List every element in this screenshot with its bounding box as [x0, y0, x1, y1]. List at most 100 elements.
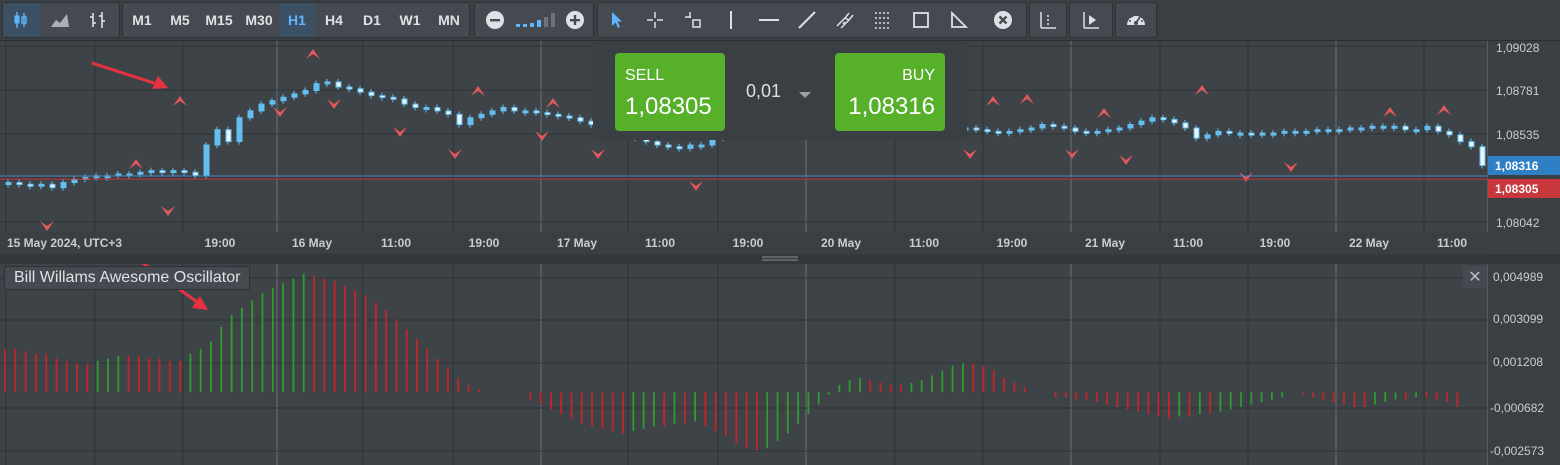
- time-axis-start-label: 15 May 2024, UTC+3: [7, 236, 123, 250]
- candle: [236, 117, 243, 143]
- oscillator-tick: -0,000682: [1490, 401, 1545, 415]
- fractal-down-arrow: [1284, 162, 1298, 172]
- fractal-down-arrow: [448, 149, 462, 159]
- cursor-icon[interactable]: [598, 3, 636, 37]
- candle: [16, 182, 23, 186]
- timeframe-button-d1[interactable]: D1: [353, 3, 391, 37]
- timeframe-button-h4[interactable]: H4: [315, 3, 353, 37]
- vertical-line-icon[interactable]: [712, 3, 750, 37]
- fractal-up-arrow: [986, 96, 1000, 106]
- annotation-arrow-line: [91, 61, 161, 87]
- time-axis-label: 22 May: [1348, 236, 1390, 250]
- dashboard-icon[interactable]: [1116, 3, 1156, 37]
- fractal-down-arrow: [535, 131, 549, 141]
- timeframe-button-m1[interactable]: M1: [123, 3, 161, 37]
- fractal-up-arrow: [471, 86, 485, 96]
- triangle-icon[interactable]: [940, 3, 978, 37]
- sell-price: 1,08305: [625, 93, 712, 120]
- oscillator-chart[interactable]: [0, 264, 1487, 465]
- timeframe-group: M1 M5 M15 M30 H1 H4 D1 W1 MN: [122, 2, 470, 38]
- candle: [1160, 117, 1167, 121]
- chart-type-group: [2, 2, 120, 38]
- bid-price-badge: 1,08305: [1488, 179, 1560, 198]
- candle: [1061, 125, 1068, 129]
- candle: [434, 107, 441, 112]
- time-axis-label: 20 May: [820, 236, 862, 250]
- candle: [1391, 125, 1398, 129]
- sell-button[interactable]: SELL 1,08305: [615, 53, 725, 131]
- time-axis-label: 11:00: [644, 236, 676, 250]
- candle: [1281, 130, 1288, 134]
- volume-input[interactable]: 0,01: [746, 81, 781, 102]
- candle: [379, 95, 386, 99]
- bar-chart-icon[interactable]: [79, 3, 117, 37]
- candle: [214, 129, 221, 146]
- candle: [258, 103, 265, 112]
- candle: [1303, 130, 1310, 134]
- drag-handle-icon[interactable]: [760, 254, 800, 264]
- candle: [291, 93, 298, 98]
- horizontal-line-icon[interactable]: [750, 3, 788, 37]
- candle: [995, 130, 1002, 134]
- fractal-up-arrow: [173, 96, 187, 106]
- fractal-up-arrow: [306, 49, 320, 59]
- candle: [269, 100, 276, 105]
- candle: [1127, 124, 1134, 129]
- fractal-up-arrow: [1097, 108, 1111, 118]
- buy-button[interactable]: BUY 1,08316: [835, 53, 945, 131]
- timeframe-button-m30[interactable]: M30: [239, 3, 279, 37]
- chart-shift-icon[interactable]: [1070, 3, 1112, 37]
- candle: [1028, 127, 1035, 131]
- area-chart-icon[interactable]: [41, 3, 79, 37]
- candle: [1050, 124, 1057, 128]
- delete-all-icon[interactable]: [984, 3, 1022, 37]
- indicator-title[interactable]: Bill Willams Awesome Oscillator: [4, 266, 251, 290]
- candle: [1237, 132, 1244, 136]
- candle: [357, 88, 364, 93]
- candle: [456, 113, 463, 126]
- period-separator-icon[interactable]: [1030, 3, 1066, 37]
- candle: [676, 146, 683, 150]
- candle: [390, 96, 397, 100]
- crosshair-icon[interactable]: [636, 3, 674, 37]
- timeframe-button-w1[interactable]: W1: [391, 3, 429, 37]
- fractal-up-arrow: [129, 159, 143, 169]
- candle: [1259, 132, 1266, 136]
- candle: [687, 144, 694, 149]
- timeframe-button-m15[interactable]: M15: [199, 3, 239, 37]
- zoom-out-icon[interactable]: [481, 3, 509, 37]
- trend-line-icon[interactable]: [788, 3, 826, 37]
- candle: [698, 144, 705, 148]
- andrews-pitchfork-icon[interactable]: [826, 3, 864, 37]
- price-axis: 1,09028 1,08781 1,08535 1,08042: [1487, 41, 1560, 232]
- one-click-trading-panel: SELL 1,08305 0,01 BUY 1,08316: [593, 41, 967, 140]
- candle: [1039, 124, 1046, 129]
- oscillator-tick: 0,001208: [1493, 355, 1544, 369]
- candle: [60, 182, 67, 189]
- oscillator-canvas: [0, 264, 1487, 465]
- chevron-down-icon[interactable]: [798, 86, 812, 104]
- candle: [1435, 125, 1442, 132]
- candle: [1105, 129, 1112, 133]
- fibonacci-icon[interactable]: [864, 3, 902, 37]
- timeframe-button-mn[interactable]: MN: [429, 3, 469, 37]
- oscillator-tick: -0,002573: [1490, 444, 1545, 458]
- rectangle-icon[interactable]: [902, 3, 940, 37]
- candle: [478, 113, 485, 119]
- close-icon[interactable]: ✕: [1463, 266, 1487, 288]
- pane-separator[interactable]: [0, 254, 1560, 264]
- candle: [313, 83, 320, 91]
- candlestick-icon[interactable]: [3, 3, 41, 37]
- timeframe-button-m5[interactable]: M5: [161, 3, 199, 37]
- candle: [346, 86, 353, 90]
- zoom-in-icon[interactable]: [561, 3, 589, 37]
- candle: [1457, 134, 1464, 143]
- candle: [1468, 141, 1475, 148]
- candle: [335, 81, 342, 88]
- fractal-down-arrow: [1239, 172, 1253, 182]
- price-tick: 1,08781: [1496, 84, 1540, 98]
- candle: [984, 129, 991, 133]
- candle: [1358, 127, 1365, 131]
- timeframe-button-h1[interactable]: H1: [279, 3, 315, 37]
- time-cursor-icon[interactable]: [674, 3, 712, 37]
